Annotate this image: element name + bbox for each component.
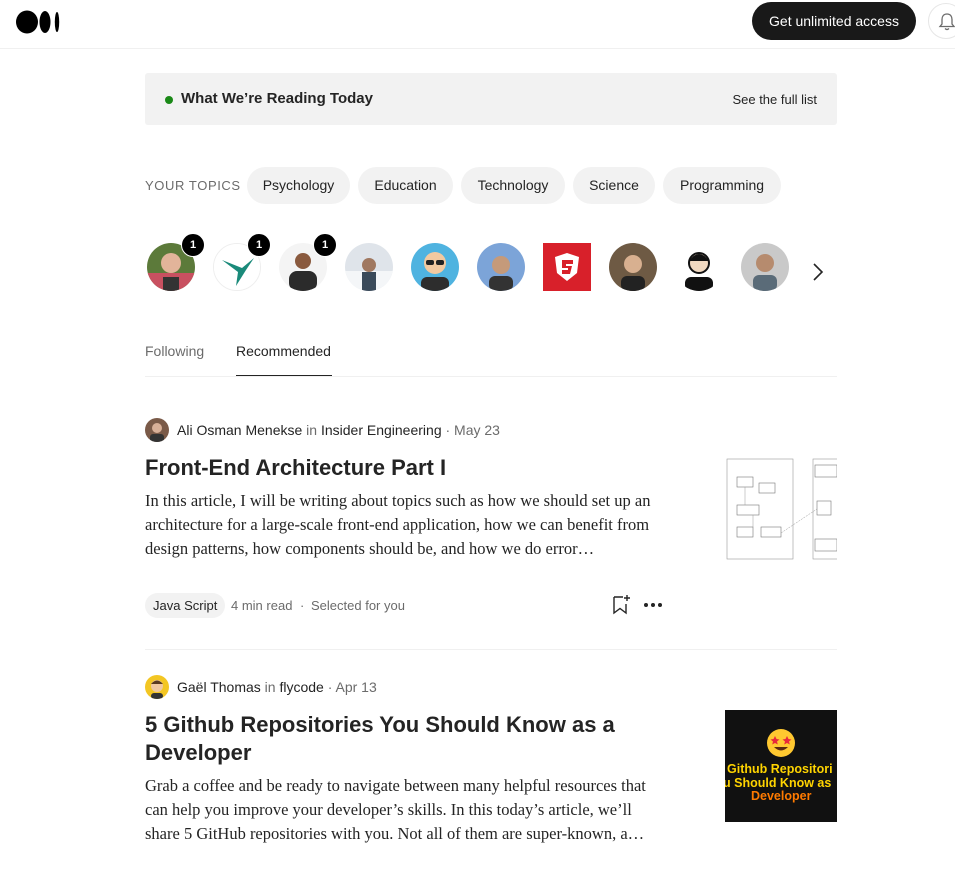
notifications-button[interactable] [928,3,955,39]
article-subtitle[interactable]: Grab a coffee and be ready to navigate b… [145,774,670,846]
meta-separator: · [300,598,305,613]
article-title-line: Developer [145,740,252,765]
topic-chip-science[interactable]: Science [573,167,655,204]
person-avatar-icon [411,243,459,291]
publication-name[interactable]: flycode [279,679,323,695]
article-subtitle[interactable]: In this article, I will be writing about… [145,489,670,561]
banner-title[interactable]: What We’re Reading Today [181,90,373,107]
unread-badge: 1 [313,233,337,257]
chevron-right-icon[interactable] [808,259,828,285]
architecture-diagram-image [725,453,837,565]
article-title-line: 5 Github Repositories You Should Know as… [145,712,615,737]
tab-following[interactable]: Following [145,343,204,359]
unread-badge: 1 [181,233,205,257]
unread-badge: 1 [247,233,271,257]
see-full-list-link[interactable]: See the full list [732,92,817,107]
article-divider [145,649,837,650]
thumbnail-text-line: u Should Know as [725,776,832,790]
shield-logo-icon [543,243,591,291]
person-avatar-icon [145,418,169,442]
reading-today-banner: What We’re Reading Today See the full li… [145,73,837,125]
following-avatar[interactable] [543,243,591,291]
bell-icon [938,13,955,31]
person-avatar-icon [145,675,169,699]
active-tab-indicator [236,375,332,376]
your-topics-label: YOUR TOPICS [145,178,241,193]
following-avatar[interactable] [741,243,789,291]
thumbnail-text-line: Github Repositori [727,762,833,776]
following-avatar[interactable] [411,243,459,291]
medium-logo-icon[interactable] [16,10,62,34]
publication-name[interactable]: Insider Engineering [321,422,442,438]
bookmark-add-icon[interactable] [611,594,631,616]
tag-pill[interactable]: Java Script [145,593,226,618]
get-unlimited-access-button[interactable]: Get unlimited access [752,2,916,40]
following-avatar[interactable] [477,243,525,291]
topic-chip-programming[interactable]: Programming [663,167,781,204]
tabs-divider [145,376,837,377]
article-thumbnail[interactable] [725,453,837,565]
status-dot [165,96,173,104]
person-avatar-icon [675,243,723,291]
person-avatar-icon [609,243,657,291]
star-eyes-emoji-icon [767,729,795,757]
person-avatar-icon [477,243,525,291]
thumbnail-text-line: Developer [751,789,812,803]
person-avatar-icon [345,243,393,291]
tab-recommended[interactable]: Recommended [236,343,331,359]
person-avatar-icon [741,243,789,291]
article-thumbnail[interactable]: Github Repositori u Should Know as Devel… [725,710,837,822]
in-label: in [264,679,276,695]
author-name[interactable]: Gaël Thomas [177,679,261,695]
top-bar: Get unlimited access [0,0,955,49]
following-avatar[interactable] [675,243,723,291]
recommendation-reason: Selected for you [311,598,405,613]
author-avatar[interactable] [145,418,169,442]
article-title[interactable]: Front-End Architecture Part I [145,454,446,482]
more-options-icon[interactable] [643,598,663,612]
article-title[interactable]: 5 Github Repositories You Should Know as… [145,711,615,767]
following-avatar[interactable] [345,243,393,291]
author-name[interactable]: Ali Osman Menekse [177,422,302,438]
following-avatar[interactable] [609,243,657,291]
read-time: 4 min read [231,598,293,613]
topic-chip-education[interactable]: Education [358,167,453,204]
topic-chip-technology[interactable]: Technology [461,167,565,204]
publish-date: · Apr 13 [327,679,377,695]
in-label: in [306,422,318,438]
author-avatar[interactable] [145,675,169,699]
publish-date: · May 23 [445,422,500,438]
topic-chip-psychology[interactable]: Psychology [247,167,350,204]
